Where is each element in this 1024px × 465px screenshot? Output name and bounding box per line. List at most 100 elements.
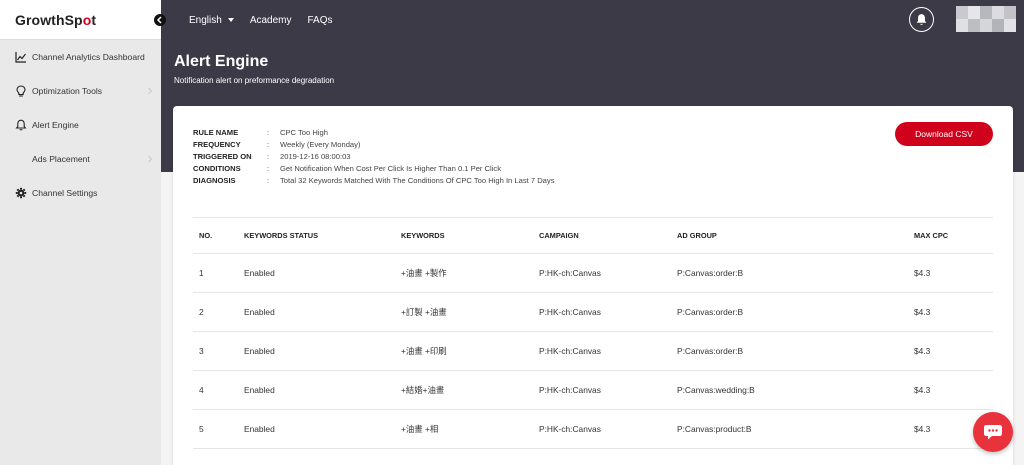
triggered-row: TRIGGERED ON : 2019-12-16 08:00:03 xyxy=(193,150,555,162)
sidebar-item-channel-settings[interactable]: Channel Settings xyxy=(0,176,161,210)
table-header: NO. KEYWORDS STATUS KEYWORDS CAMPAIGN AD… xyxy=(193,218,993,254)
sidebar-item-label: Optimization Tools xyxy=(32,86,103,96)
colon: : xyxy=(267,151,270,161)
language-label: English xyxy=(189,14,222,26)
keywords-table: NO. KEYWORDS STATUS KEYWORDS CAMPAIGN AD… xyxy=(193,218,993,449)
lightbulb-icon xyxy=(14,85,27,98)
frequency-value: Weekly (Every Monday) xyxy=(280,139,361,149)
triggered-value: 2019-12-16 08:00:03 xyxy=(280,151,351,161)
notification-button[interactable] xyxy=(909,7,934,32)
caret-down-icon xyxy=(227,18,234,22)
sidebar-item-optimization-tools[interactable]: Optimization Tools xyxy=(0,74,161,108)
page-subtitle: Notification alert on preformance degrad… xyxy=(174,76,335,85)
cell-status: Enabled xyxy=(244,424,275,434)
cell-campaign: P:HK-ch:Canvas xyxy=(539,385,601,395)
cell-ad-group: P:Canvas:wedding:B xyxy=(677,385,755,395)
table-row: 2 Enabled +訂製 +油畫 P:HK-ch:Canvas P:Canva… xyxy=(193,293,993,332)
brand-logo[interactable]: GrowthSpot xyxy=(0,0,166,40)
cell-ad-group: P:Canvas:order:B xyxy=(677,346,744,356)
chat-button[interactable] xyxy=(973,412,1013,452)
diagnosis-label: DIAGNOSIS xyxy=(193,175,236,185)
colon: : xyxy=(267,127,270,137)
frequency-label: FREQUENCY xyxy=(193,139,241,149)
conditions-value: Get Notification When Cost Per Click Is … xyxy=(280,163,502,173)
chat-bubble-icon xyxy=(984,425,1002,440)
cell-campaign: P:HK-ch:Canvas xyxy=(539,307,601,317)
top-bar: English Academy FAQs xyxy=(161,0,1024,40)
header-keywords: KEYWORDS xyxy=(401,231,445,240)
cell-status: Enabled xyxy=(244,346,275,356)
rule-name-value: CPC Too High xyxy=(280,127,328,137)
cell-keywords: +結婚+油畫 xyxy=(401,385,445,395)
bell-icon xyxy=(14,119,27,132)
collapse-sidebar-button[interactable] xyxy=(154,14,166,26)
cell-keywords: +油畫 +製作 xyxy=(401,268,447,278)
faqs-link[interactable]: FAQs xyxy=(308,15,333,26)
chevron-left-icon xyxy=(156,16,162,24)
sidebar-item-label: Alert Engine xyxy=(32,120,79,130)
cell-keywords: +油畫 +印刷 xyxy=(401,346,447,356)
sidebar-item-label: Channel Settings xyxy=(32,188,98,198)
cell-max-cpc: $4.3 xyxy=(914,385,931,395)
diagnosis-row: DIAGNOSIS : Total 32 Keywords Matched Wi… xyxy=(193,174,555,186)
conditions-label: CONDITIONS xyxy=(193,163,241,173)
cell-ad-group: P:Canvas:order:B xyxy=(677,268,744,278)
cell-no: 2 xyxy=(199,307,204,317)
cell-no: 1 xyxy=(199,268,204,278)
diagnosis-value: Total 32 Keywords Matched With The Condi… xyxy=(280,175,555,185)
alert-detail-card: RULE NAME : CPC Too High FREQUENCY : Wee… xyxy=(173,106,1013,465)
download-csv-button[interactable]: Download CSV xyxy=(895,122,993,146)
rule-info: RULE NAME : CPC Too High FREQUENCY : Wee… xyxy=(193,126,555,186)
gear-icon xyxy=(14,187,27,200)
table-row: 5 Enabled +油畫 +相 P:HK-ch:Canvas P:Canvas… xyxy=(193,410,993,449)
cell-no: 3 xyxy=(199,346,204,356)
colon: : xyxy=(267,163,270,173)
header-ad-group: AD GROUP xyxy=(677,231,717,240)
sidebar-item-alert-engine[interactable]: Alert Engine xyxy=(0,108,161,142)
cell-status: Enabled xyxy=(244,385,275,395)
header-campaign: CAMPAIGN xyxy=(539,231,579,240)
sidebar: GrowthSpot Channel Analytics Dashboard O… xyxy=(0,0,166,465)
brand-name-suffix: t xyxy=(91,11,97,28)
cell-ad-group: P:Canvas:order:B xyxy=(677,307,744,317)
sidebar-item-label: Ads Placement xyxy=(32,154,90,164)
header-status: KEYWORDS STATUS xyxy=(244,231,319,240)
language-selector[interactable]: English xyxy=(189,15,234,26)
table-row: 3 Enabled +油畫 +印刷 P:HK-ch:Canvas P:Canva… xyxy=(193,332,993,371)
chevron-right-icon xyxy=(148,155,153,163)
triggered-label: TRIGGERED ON xyxy=(193,151,252,161)
rule-name-row: RULE NAME : CPC Too High xyxy=(193,126,555,138)
chevron-right-icon xyxy=(148,87,153,95)
bell-icon xyxy=(916,14,927,25)
cell-no: 5 xyxy=(199,424,204,434)
header-max-cpc: MAX CPC xyxy=(914,231,949,240)
conditions-row: CONDITIONS : Get Notification When Cost … xyxy=(193,162,555,174)
cell-max-cpc: $4.3 xyxy=(914,346,931,356)
cell-status: Enabled xyxy=(244,268,275,278)
avatar[interactable] xyxy=(956,6,1016,32)
page-title: Alert Engine xyxy=(174,53,269,70)
header-no: NO. xyxy=(199,231,213,240)
rule-name-label: RULE NAME xyxy=(193,127,239,137)
cell-no: 4 xyxy=(199,385,204,395)
cell-keywords: +油畫 +相 xyxy=(401,424,439,434)
chart-icon xyxy=(14,51,27,64)
top-nav: English Academy FAQs xyxy=(189,0,333,40)
cell-campaign: P:HK-ch:Canvas xyxy=(539,424,601,434)
sidebar-nav: Channel Analytics Dashboard Optimization… xyxy=(0,40,161,210)
sidebar-item-ads-placement[interactable]: Ads Placement xyxy=(0,142,161,176)
colon: : xyxy=(267,139,270,149)
cell-campaign: P:HK-ch:Canvas xyxy=(539,346,601,356)
cell-status: Enabled xyxy=(244,307,275,317)
brand-name-prefix: GrowthSp xyxy=(15,11,83,28)
cell-ad-group: P:Canvas:product:B xyxy=(677,424,752,434)
colon: : xyxy=(267,175,270,185)
cell-keywords: +訂製 +油畫 xyxy=(401,307,447,317)
sidebar-item-channel-analytics[interactable]: Channel Analytics Dashboard xyxy=(0,40,161,74)
cell-campaign: P:HK-ch:Canvas xyxy=(539,268,601,278)
table-row: 1 Enabled +油畫 +製作 P:HK-ch:Canvas P:Canva… xyxy=(193,254,993,293)
academy-link[interactable]: Academy xyxy=(250,15,292,26)
table-row: 4 Enabled +結婚+油畫 P:HK-ch:Canvas P:Canvas… xyxy=(193,371,993,410)
frequency-row: FREQUENCY : Weekly (Every Monday) xyxy=(193,138,555,150)
cell-max-cpc: $4.3 xyxy=(914,307,931,317)
